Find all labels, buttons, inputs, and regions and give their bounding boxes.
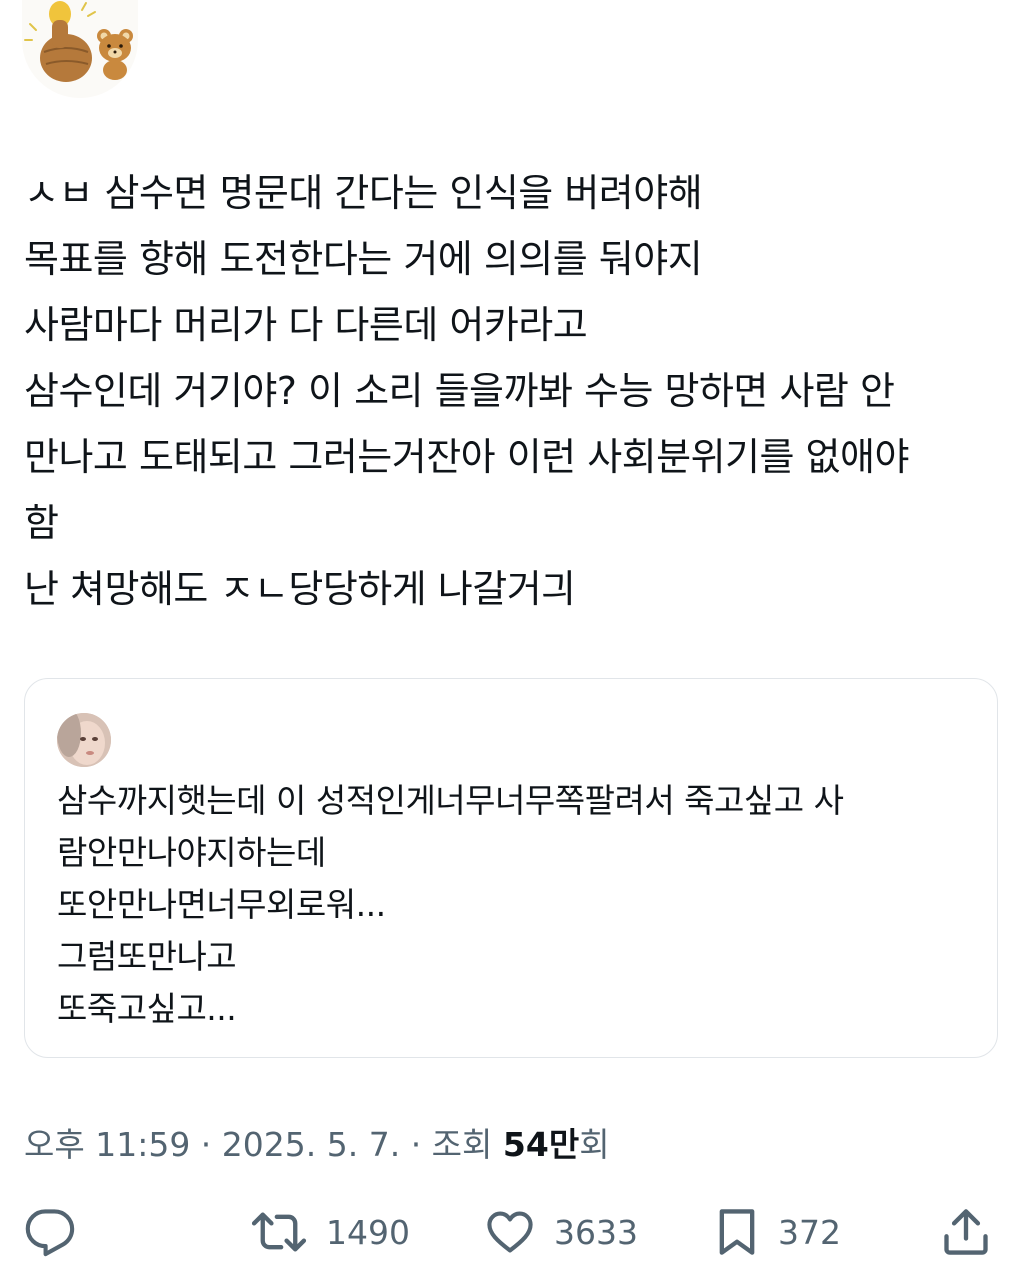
tweet-line: 함 <box>24 501 59 545</box>
tweet-line: ㅅㅂ 삼수면 명문대 간다는 인식을 버려야해 <box>24 171 703 215</box>
like-button[interactable]: 3633 <box>484 1206 638 1258</box>
tweet-line: 사람마다 머리가 다 다른데 어카라고 <box>24 303 588 347</box>
quote-line: 그럼또만나고 <box>57 937 237 976</box>
tweet-line: 목표를 향해 도전한다는 거에 의의를 둬야지 <box>24 237 703 281</box>
quote-tweet-card[interactable]: 삼수까지햇는데 이 성적인게너무너무쪽팔려서 죽고싶고 사 람안만나야지하는데 … <box>24 678 998 1058</box>
bookmark-icon <box>719 1209 755 1255</box>
tweet-text: ㅅㅂ 삼수면 명문대 간다는 인식을 버려야해 목표를 향해 도전한다는 거에 … <box>24 160 1014 622</box>
heart-icon <box>487 1211 533 1253</box>
quote-author-avatar[interactable] <box>57 713 111 767</box>
quote-tweet-text: 삼수까지햇는데 이 성적인게너무너무쪽팔려서 죽고싶고 사 람안만나야지하는데 … <box>57 775 977 1035</box>
view-count: 54만 <box>502 1125 580 1164</box>
face-photo-icon <box>57 713 111 767</box>
bookmark-count: 372 <box>778 1212 841 1252</box>
retweet-button[interactable]: 1490 <box>250 1206 410 1258</box>
retweet-count: 1490 <box>326 1212 410 1252</box>
tweet-metadata: 오후 11:59 · 2025. 5. 7. · 조회 54만회 <box>24 1118 610 1166</box>
action-bar: 1490 3633 372 <box>0 1200 1024 1270</box>
bear-thumbs-up-icon <box>24 1 133 82</box>
quote-line: 또죽고싶고... <box>57 989 237 1028</box>
share-button[interactable] <box>940 1206 992 1258</box>
reply-button[interactable] <box>24 1206 76 1258</box>
timestamp[interactable]: 오후 11:59 · 2025. 5. 7. · 조회 <box>24 1125 503 1164</box>
tweet-line: 삼수인데 거기야? 이 소리 들을까봐 수능 망하면 사람 안 <box>24 369 895 413</box>
bookmark-button[interactable]: 372 <box>714 1206 841 1258</box>
tweet-line: 난 쳐망해도 ㅈㄴ당당하게 나갈거긔 <box>24 567 576 611</box>
tweet-line: 만나고 도태되고 그러는거잔아 이런 사회분위기를 없애야 <box>24 435 909 479</box>
retweet-icon <box>251 1212 307 1252</box>
quote-line: 람안만나야지하는데 <box>57 833 326 872</box>
reply-icon <box>25 1209 75 1257</box>
quote-line: 삼수까지햇는데 이 성적인게너무너무쪽팔려서 죽고싶고 사 <box>57 781 844 820</box>
share-icon <box>944 1209 988 1255</box>
author-avatar[interactable] <box>22 0 138 98</box>
like-count: 3633 <box>554 1212 638 1252</box>
quote-line: 또안만나면너무외로워... <box>57 885 386 924</box>
view-count-suffix: 회 <box>579 1125 610 1164</box>
